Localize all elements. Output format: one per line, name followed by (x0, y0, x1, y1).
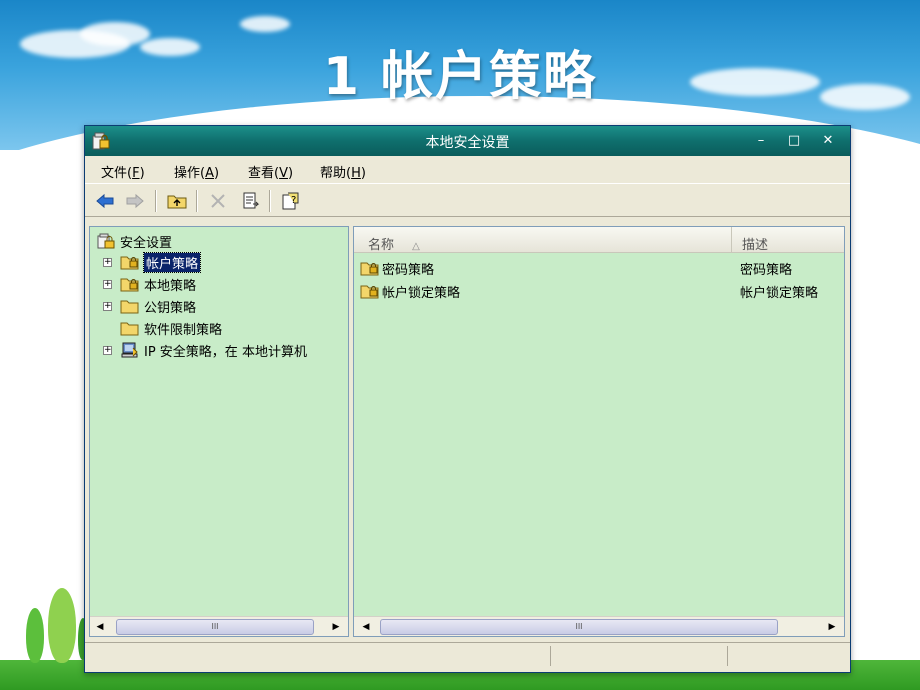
svg-text:?: ? (291, 195, 296, 206)
tree-root[interactable]: 安全设置 (96, 231, 172, 251)
delete-icon[interactable] (206, 189, 230, 213)
up-folder-icon[interactable] (165, 189, 189, 213)
list-item-description: 帐户锁定策略 (740, 285, 819, 301)
menu-action-suffix: ) (213, 166, 220, 181)
local-security-settings-window: 本地安全设置 – □ ✕ 文件(F) 操作(A) 查看(V) 帮助(H) ? 安… (84, 125, 851, 673)
toolbar-separator (269, 190, 271, 212)
status-cell (727, 646, 847, 666)
menu-file-label: 文件( (101, 166, 133, 181)
sort-ascending-icon: △ (412, 241, 420, 252)
ip-security-computer-icon (120, 342, 140, 358)
leaf-decoration (48, 588, 76, 663)
help-icon[interactable]: ? (279, 189, 303, 213)
security-settings-icon (96, 233, 116, 249)
locked-folder-icon (120, 276, 140, 292)
menu-help[interactable]: 帮助(H) (320, 162, 366, 181)
tree-root-label: 安全设置 (120, 235, 173, 251)
close-button[interactable]: ✕ (816, 130, 840, 151)
maximize-button[interactable]: □ (782, 130, 806, 151)
tree-expander[interactable]: + (103, 302, 112, 311)
scroll-left-arrow[interactable]: ◀ (358, 619, 374, 635)
list-item-description: 密码策略 (740, 262, 793, 278)
tree-expander[interactable]: + (103, 280, 112, 289)
menu-help-suffix: ) (360, 166, 366, 181)
menu-action[interactable]: 操作(A) (174, 162, 219, 181)
menu-view[interactable]: 查看(V) (248, 162, 293, 181)
folder-icon (120, 298, 140, 314)
locked-folder-icon (360, 260, 380, 276)
menu-file-accel: F (132, 166, 140, 181)
status-cell (550, 646, 727, 666)
column-header-name-label: 名称 (368, 238, 395, 253)
cloud (240, 16, 290, 32)
list-item[interactable]: 帐户锁定策略 (360, 281, 460, 301)
menu-file-suffix: ) (139, 166, 145, 181)
tree-item-label: 软件限制策略 (144, 322, 223, 338)
folder-icon (120, 320, 140, 336)
menu-help-label: 帮助( (320, 166, 352, 181)
menu-view-label: 查看( (248, 166, 280, 181)
locked-folder-icon (120, 254, 140, 270)
tree-item-label: 本地策略 (144, 278, 197, 294)
title-bar[interactable]: 本地安全设置 – □ ✕ (85, 126, 850, 156)
tree-item-ip-security-policy[interactable]: IP 安全策略，在 本地计算机 (120, 340, 307, 360)
back-arrow-icon[interactable] (93, 189, 117, 213)
column-header-description-label: 描述 (742, 238, 769, 253)
minimize-button[interactable]: – (749, 130, 773, 151)
tree-pane[interactable]: 安全设置 + 帐户策略 + 本地策略 + 公钥策略 软件限制策略 + IP 安全… (89, 226, 349, 637)
tree-item-local-policy[interactable]: 本地策略 (120, 274, 196, 294)
scroll-right-arrow[interactable]: ▶ (824, 619, 840, 635)
tree-item-public-key-policy[interactable]: 公钥策略 (120, 296, 196, 316)
export-list-icon[interactable] (239, 189, 263, 213)
tree-item-label: 公钥策略 (144, 300, 197, 316)
toolbar-separator (196, 190, 198, 212)
menu-file[interactable]: 文件(F) (101, 162, 145, 181)
menu-action-label: 操作( (174, 166, 206, 181)
tree-item-account-policy[interactable]: 帐户策略 (120, 251, 202, 273)
leaf-decoration (26, 608, 44, 663)
detail-pane[interactable]: 名称 △ 描述 密码策略 密码策略 帐户锁定策略 帐户锁定策略 ◀ III ▶ (353, 226, 845, 637)
tree-item-software-restriction-policy[interactable]: 软件限制策略 (120, 318, 222, 338)
menu-help-accel: H (351, 166, 361, 181)
scroll-thumb[interactable]: III (380, 619, 778, 635)
toolbar-separator (155, 190, 157, 212)
tree-horizontal-scrollbar[interactable]: ◀ III ▶ (90, 616, 348, 636)
locked-folder-icon (360, 283, 380, 299)
slide-title: 1 帐户策略 (322, 47, 598, 107)
menu-bar: 文件(F) 操作(A) 查看(V) 帮助(H) (85, 157, 850, 181)
forward-arrow-icon[interactable] (123, 189, 147, 213)
column-header-description[interactable]: 描述 (732, 227, 844, 253)
menu-view-accel: V (279, 166, 288, 181)
tree-expander[interactable]: + (103, 258, 112, 267)
menu-view-suffix: ) (287, 166, 294, 181)
window-title: 本地安全设置 (425, 135, 510, 151)
scroll-left-arrow[interactable]: ◀ (92, 619, 108, 635)
column-header-name[interactable]: 名称 △ (354, 227, 732, 253)
tree-item-label: IP 安全策略，在 本地计算机 (144, 344, 307, 360)
tree-expander[interactable]: + (103, 346, 112, 355)
list-item-name: 帐户锁定策略 (382, 285, 461, 301)
toolbar: ? (85, 183, 850, 217)
list-item-name: 密码策略 (382, 262, 435, 278)
tree-item-label: 帐户策略 (142, 251, 202, 273)
status-bar (85, 642, 850, 668)
list-item[interactable]: 密码策略 (360, 258, 434, 278)
scroll-right-arrow[interactable]: ▶ (328, 619, 344, 635)
menu-action-accel: A (205, 166, 214, 181)
scroll-thumb[interactable]: III (116, 619, 314, 635)
list-horizontal-scrollbar[interactable]: ◀ III ▶ (354, 616, 844, 636)
